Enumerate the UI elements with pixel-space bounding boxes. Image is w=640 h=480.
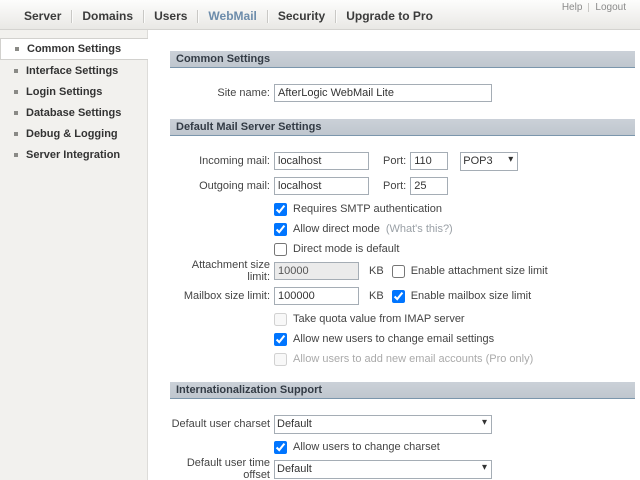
whats-this-link[interactable]: (What's this?) bbox=[386, 223, 453, 235]
incoming-port-label: Port: bbox=[383, 155, 407, 167]
settings-content: Common Settings Site name: Default Mail … bbox=[148, 30, 640, 480]
enable-attachment-limit-checkbox[interactable] bbox=[391, 264, 405, 278]
bullet-icon bbox=[14, 110, 18, 115]
time-offset-select[interactable]: Default bbox=[274, 459, 492, 479]
nav-item-webmail[interactable]: WebMail bbox=[198, 7, 266, 25]
outgoing-port-label: Port: bbox=[383, 180, 407, 192]
enable-mailbox-limit-checkbox[interactable] bbox=[391, 289, 405, 303]
bullet-icon bbox=[14, 152, 18, 157]
allow-add-accounts-checkbox[interactable] bbox=[274, 352, 287, 366]
protocol-select[interactable]: POP3 bbox=[460, 151, 519, 171]
section-i18n: Default user charset Default Allow users… bbox=[170, 399, 635, 480]
allow-add-accounts-label: Allow users to add new email accounts (P… bbox=[293, 353, 534, 365]
bullet-icon bbox=[14, 89, 18, 94]
sidebar-item-label: Server Integration bbox=[26, 148, 121, 161]
nav-item-users[interactable]: Users bbox=[144, 7, 197, 25]
sidebar-item-interface-settings[interactable]: Interface Settings bbox=[0, 60, 147, 81]
charset-select[interactable]: Default bbox=[274, 414, 492, 434]
take-quota-checkbox[interactable] bbox=[274, 312, 287, 326]
outgoing-mail-input[interactable] bbox=[274, 177, 369, 195]
main-nav: Server Domains Users WebMail Security Up… bbox=[14, 7, 443, 25]
outgoing-mail-label: Outgoing mail: bbox=[199, 180, 270, 192]
incoming-mail-input[interactable] bbox=[274, 152, 369, 170]
section-common-settings: Site name: bbox=[170, 68, 635, 119]
allow-change-email-label: Allow new users to change email settings bbox=[293, 333, 495, 345]
top-bar: Server Domains Users WebMail Security Up… bbox=[0, 0, 640, 30]
allow-change-charset-checkbox[interactable] bbox=[274, 440, 287, 454]
mailbox-limit-label: Mailbox size limit: bbox=[183, 290, 270, 302]
nav-item-security[interactable]: Security bbox=[268, 7, 335, 25]
enable-mailbox-limit-label: Enable mailbox size limit bbox=[410, 290, 532, 302]
sidebar-item-label: Login Settings bbox=[26, 85, 103, 98]
allow-direct-mode-label: Allow direct mode bbox=[293, 223, 380, 235]
section-mail-server: Incoming mail: Port: POP3 Outgoing mail:… bbox=[170, 136, 635, 382]
enable-attachment-limit-label: Enable attachment size limit bbox=[410, 265, 548, 277]
sidebar-item-common-settings[interactable]: Common Settings bbox=[0, 38, 148, 60]
charset-select-wrap: Default bbox=[274, 414, 492, 434]
utility-links: Help Logout bbox=[556, 2, 632, 13]
attachment-limit-label: Attachment size limit: bbox=[191, 259, 270, 283]
direct-mode-default-checkbox[interactable] bbox=[274, 242, 287, 256]
requires-smtp-auth-label: Requires SMTP authentication bbox=[293, 203, 442, 215]
section-header-common-settings: Common Settings bbox=[170, 51, 635, 68]
take-quota-label: Take quota value from IMAP server bbox=[293, 313, 465, 325]
incoming-mail-label: Incoming mail: bbox=[199, 155, 270, 167]
nav-item-domains[interactable]: Domains bbox=[72, 7, 143, 25]
section-header-mail-server: Default Mail Server Settings bbox=[170, 119, 635, 136]
protocol-select-wrap: POP3 bbox=[460, 151, 519, 171]
allow-change-email-checkbox[interactable] bbox=[274, 332, 287, 346]
sidebar-item-debug-logging[interactable]: Debug & Logging bbox=[0, 123, 147, 144]
site-name-label: Site name: bbox=[217, 87, 270, 99]
settings-sidebar: Common Settings Interface Settings Login… bbox=[0, 30, 148, 480]
incoming-port-input[interactable] bbox=[410, 152, 449, 170]
bullet-icon bbox=[14, 68, 18, 73]
sidebar-item-login-settings[interactable]: Login Settings bbox=[0, 81, 147, 102]
allow-change-charset-label: Allow users to change charset bbox=[293, 441, 440, 453]
mailbox-limit-unit: KB bbox=[369, 290, 384, 302]
sidebar-item-label: Debug & Logging bbox=[26, 127, 118, 140]
help-link[interactable]: Help bbox=[556, 2, 589, 13]
sidebar-item-label: Common Settings bbox=[27, 43, 122, 55]
allow-direct-mode-checkbox[interactable] bbox=[274, 222, 287, 236]
sidebar-item-server-integration[interactable]: Server Integration bbox=[0, 144, 147, 165]
time-offset-select-wrap: Default bbox=[274, 459, 492, 479]
nav-item-server[interactable]: Server bbox=[14, 7, 71, 25]
bullet-icon bbox=[14, 131, 18, 136]
mailbox-limit-input[interactable] bbox=[274, 287, 359, 305]
site-name-input[interactable] bbox=[274, 84, 492, 102]
sidebar-item-label: Interface Settings bbox=[26, 64, 119, 77]
logout-link[interactable]: Logout bbox=[589, 2, 632, 13]
requires-smtp-auth-checkbox[interactable] bbox=[274, 202, 287, 216]
bullet-icon bbox=[15, 47, 19, 51]
sidebar-item-database-settings[interactable]: Database Settings bbox=[0, 102, 147, 123]
attachment-limit-input[interactable] bbox=[274, 262, 359, 280]
section-header-i18n: Internationalization Support bbox=[170, 382, 635, 399]
nav-item-upgrade-to-pro[interactable]: Upgrade to Pro bbox=[336, 7, 443, 25]
time-offset-label: Default user time offset bbox=[186, 457, 270, 480]
outgoing-port-input[interactable] bbox=[410, 177, 449, 195]
sidebar-item-label: Database Settings bbox=[26, 106, 122, 119]
charset-label: Default user charset bbox=[171, 418, 270, 430]
attachment-limit-unit: KB bbox=[369, 265, 384, 277]
direct-mode-default-label: Direct mode is default bbox=[293, 243, 400, 255]
